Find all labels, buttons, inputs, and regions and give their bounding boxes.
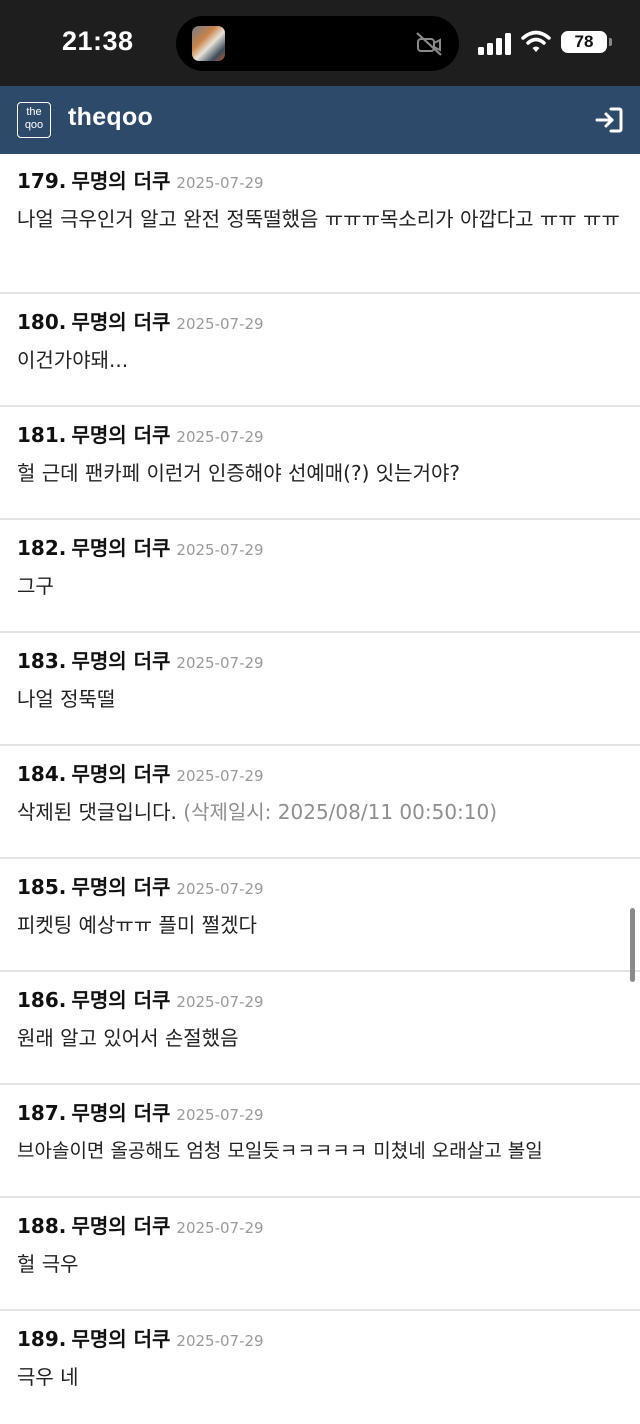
deleted-comment-text: 삭제된 댓글입니다. [17,800,177,824]
deleted-timestamp: (삭제일시: 2025/08/11 00:50:10) [183,800,498,824]
comment-date: 2025-07-29 [176,654,264,672]
comment-number: 184. [17,762,67,786]
comment-item[interactable]: 180. 무명의 더쿠 2025-07-29 이건가야돼... [0,294,640,407]
comment-number: 185. [17,875,67,899]
comment-item[interactable]: 187. 무명의 더쿠 2025-07-29 브아솔이면 올공해도 엄청 모일듯ㅋ… [0,1085,640,1198]
comment-text: 이건가야돼... [17,348,129,372]
comment-text: 헐 극우 [17,1252,79,1276]
comment-number: 189. [17,1327,67,1351]
comment-number: 181. [17,423,67,447]
comment-date: 2025-07-29 [176,1219,264,1237]
comment-text: 나얼 정뚝떨 [17,687,116,711]
logo-line-1: the [26,106,42,118]
comment-item[interactable]: 182. 무명의 더쿠 2025-07-29 그구 [0,520,640,633]
comment-text: 피켓팅 예상ㅠㅠ 플미 쩔겠다 [17,913,257,937]
scrollbar-thumb[interactable] [630,908,635,982]
comment-number: 179. [17,169,67,193]
comment-author: 무명의 더쿠 [71,988,171,1012]
comment-date: 2025-07-29 [176,428,264,446]
comment-text: 삭제된 댓글입니다. (삭제일시: 2025/08/11 00:50:10) [17,794,623,830]
media-thumbnail [192,26,225,61]
status-bar: 21:38 78 [0,0,640,86]
comment-item[interactable]: 186. 무명의 더쿠 2025-07-29 원래 알고 있어서 손절했음 [0,972,640,1085]
comment-date: 2025-07-29 [176,880,264,898]
theqoo-logo[interactable]: the qoo [17,102,51,138]
comment-item[interactable]: 181. 무명의 더쿠 2025-07-29 헐 근데 팬카페 이런거 인증해야 … [0,407,640,520]
comment-item[interactable]: 185. 무명의 더쿠 2025-07-29 피켓팅 예상ㅠㅠ 플미 쩔겠다 [0,859,640,972]
comment-text: 나얼 극우인거 알고 완전 정뚝떨했음 ㅠㅠㅠ목소리가 아깝다고 ㅠㅠ ㅠㅠ [17,207,620,231]
comment-number: 188. [17,1214,67,1238]
comment-item[interactable]: 179. 무명의 더쿠 2025-07-29 나얼 극우인거 알고 완전 정뚝떨했… [0,154,640,294]
dynamic-island [176,16,459,71]
comment-text: 헐 근데 팬카페 이런거 인증해야 선예매(?) 잇는거야? [17,461,460,485]
site-brand[interactable]: theqoo [68,103,153,132]
comment-author: 무명의 더쿠 [71,649,171,673]
comment-number: 182. [17,536,67,560]
comment-number: 187. [17,1101,67,1125]
comment-list: 179. 무명의 더쿠 2025-07-29 나얼 극우인거 알고 완전 정뚝떨했… [0,154,640,1424]
comment-item[interactable]: 183. 무명의 더쿠 2025-07-29 나얼 정뚝떨 [0,633,640,746]
comment-item[interactable]: 189. 무명의 더쿠 2025-07-29 극우 네 [0,1311,640,1424]
comment-text: 브아솔이면 올공해도 엄청 모일듯ㅋㅋㅋㅋㅋ 미쳤네 오래살고 볼일 [17,1140,543,1162]
comment-author: 무명의 더쿠 [71,1214,171,1238]
comment-author: 무명의 더쿠 [71,310,171,334]
battery-icon: 78 [561,31,607,53]
wifi-icon [521,30,551,52]
site-header: the qoo theqoo [0,86,640,154]
comment-author: 무명의 더쿠 [71,762,171,786]
comment-item[interactable]: 184. 무명의 더쿠 2025-07-29 삭제된 댓글입니다. (삭제일시: … [0,746,640,859]
comment-number: 183. [17,649,67,673]
comment-author: 무명의 더쿠 [71,1327,171,1351]
comment-date: 2025-07-29 [176,767,264,785]
comment-author: 무명의 더쿠 [71,169,171,193]
comment-date: 2025-07-29 [176,993,264,1011]
comment-item[interactable]: 188. 무명의 더쿠 2025-07-29 헐 극우 [0,1198,640,1311]
muted-camera-icon [416,32,442,56]
comment-text: 극우 네 [17,1365,79,1389]
comment-text: 원래 알고 있어서 손절했음 [17,1026,239,1050]
comment-date: 2025-07-29 [176,174,264,192]
comment-text: 그구 [17,574,54,598]
comment-number: 186. [17,988,67,1012]
comment-author: 무명의 더쿠 [71,423,171,447]
comment-author: 무명의 더쿠 [71,1101,171,1125]
status-time: 21:38 [62,26,134,56]
comment-date: 2025-07-29 [176,1332,264,1350]
comment-author: 무명의 더쿠 [71,536,171,560]
comment-author: 무명의 더쿠 [71,875,171,899]
comment-date: 2025-07-29 [176,315,264,333]
cellular-signal-icon [478,33,511,55]
comment-date: 2025-07-29 [176,541,264,559]
comment-number: 180. [17,310,67,334]
sign-in-icon[interactable] [594,106,624,134]
comment-date: 2025-07-29 [176,1106,264,1124]
logo-line-2: qoo [24,119,44,131]
battery-tip [609,38,612,46]
